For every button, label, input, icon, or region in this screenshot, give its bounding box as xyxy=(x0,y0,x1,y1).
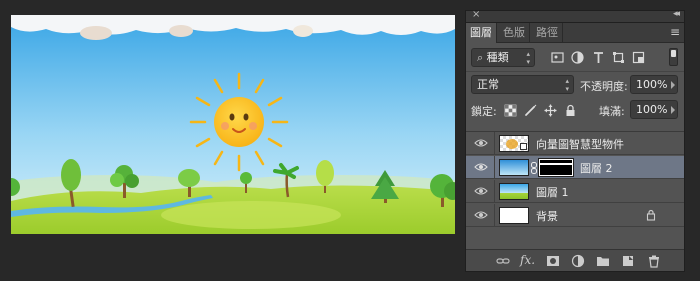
filter-toggle-switch[interactable] xyxy=(669,48,678,66)
lock-row: 鎖定: 填滿: 100% xyxy=(466,97,684,123)
layer-filter-row: ⌕ 種類 ▴ ▾ xyxy=(466,45,684,71)
layer-row[interactable]: 圖層 2 xyxy=(466,156,684,179)
fx-icon[interactable]: fx. xyxy=(520,253,535,267)
layer-name: 向量圖智慧型物件 xyxy=(536,138,624,151)
layer-name: 圖層 2 xyxy=(580,162,613,175)
adjustment-icon[interactable] xyxy=(571,254,585,268)
mask-icon[interactable] xyxy=(546,254,560,268)
lock-label: 鎖定: xyxy=(471,105,497,118)
filter-type-icon[interactable] xyxy=(592,51,605,64)
document-workspace xyxy=(0,0,462,281)
select-arrows-icon: ▴ ▾ xyxy=(565,77,569,93)
fill-label: 填滿: xyxy=(599,105,625,118)
sheep-mid xyxy=(169,25,193,37)
document-canvas[interactable] xyxy=(11,15,455,234)
opacity-value: 100% xyxy=(636,78,668,91)
filter-adjustment-icon[interactable] xyxy=(571,51,584,64)
panel-menu-icon[interactable]: ≡ xyxy=(670,25,680,39)
tab-layers[interactable]: 圖層 xyxy=(466,23,497,43)
collapse-icon[interactable]: ◂◂ xyxy=(673,9,680,19)
tab-paths[interactable]: 路徑 xyxy=(532,23,563,43)
filter-kind-select[interactable]: ⌕ 種類 ▴ ▾ xyxy=(471,48,535,67)
filter-shape-icon[interactable] xyxy=(612,51,625,64)
layer-thumbnail[interactable] xyxy=(499,207,529,224)
lock-transparent-pixels-icon[interactable] xyxy=(504,104,517,117)
panel-tabbar: 圖層 色版 路徑 ≡ xyxy=(466,23,684,43)
flyout-arrow-icon[interactable] xyxy=(671,106,675,114)
layers-list: 向量圖智慧型物件 圖層 2 圖層 1 背景 xyxy=(466,131,684,241)
sheep-left xyxy=(80,26,112,40)
filter-smart-object-icon[interactable] xyxy=(632,51,645,64)
canvas-illustration xyxy=(11,15,455,234)
group-icon[interactable] xyxy=(596,254,610,268)
layers-panel: × ◂◂ 圖層 色版 路徑 ≡ ⌕ 種類 ▴ ▾ 正常 ▴ ▾ 不透明度: 100% xyxy=(465,9,685,272)
layer-thumbnail[interactable] xyxy=(499,135,529,152)
filter-pixel-icon[interactable] xyxy=(551,51,564,64)
layer-name: 背景 xyxy=(536,210,558,223)
layer-thumbnail[interactable] xyxy=(499,159,529,176)
layers-bottom-toolbar: fx. xyxy=(466,249,684,271)
select-arrows-icon: ▴ ▾ xyxy=(526,50,530,66)
close-icon[interactable]: × xyxy=(472,9,480,20)
lock-position-icon[interactable] xyxy=(544,104,557,117)
eye-icon[interactable] xyxy=(474,138,488,148)
filter-kind-value: 種類 xyxy=(486,51,509,64)
flyout-arrow-icon[interactable] xyxy=(671,81,675,89)
trash-icon[interactable] xyxy=(647,254,661,268)
panel-titlebar: × ◂◂ xyxy=(466,9,684,23)
layer-row[interactable]: 向量圖智慧型物件 xyxy=(466,132,684,155)
fill-value: 100% xyxy=(636,103,668,116)
layer-row[interactable]: 背景 xyxy=(466,204,684,227)
layer-mask-thumbnail[interactable] xyxy=(539,159,573,176)
new-layer-icon[interactable] xyxy=(621,254,635,268)
lock-image-pixels-icon[interactable] xyxy=(524,104,537,117)
link-icon[interactable] xyxy=(496,254,510,268)
layer-thumbnail[interactable] xyxy=(499,183,529,200)
opacity-input[interactable]: 100% xyxy=(630,75,678,94)
layer-row[interactable]: 圖層 1 xyxy=(466,180,684,203)
blend-row: 正常 ▴ ▾ 不透明度: 100% xyxy=(466,71,684,97)
blend-mode-value: 正常 xyxy=(477,78,499,91)
opacity-label: 不透明度: xyxy=(580,80,628,93)
eye-icon[interactable] xyxy=(474,162,488,172)
eye-icon[interactable] xyxy=(474,186,488,196)
layer-name: 圖層 1 xyxy=(536,186,569,199)
lock-all-icon[interactable] xyxy=(564,104,577,117)
tab-channels[interactable]: 色版 xyxy=(499,23,530,43)
eye-icon[interactable] xyxy=(474,210,488,220)
fill-input[interactable]: 100% xyxy=(630,100,678,119)
lock-icon xyxy=(646,209,656,221)
mask-link-icon[interactable] xyxy=(531,162,537,174)
blend-mode-select[interactable]: 正常 ▴ ▾ xyxy=(471,75,574,94)
search-icon: ⌕ xyxy=(477,51,484,64)
sheep-right xyxy=(293,25,313,37)
